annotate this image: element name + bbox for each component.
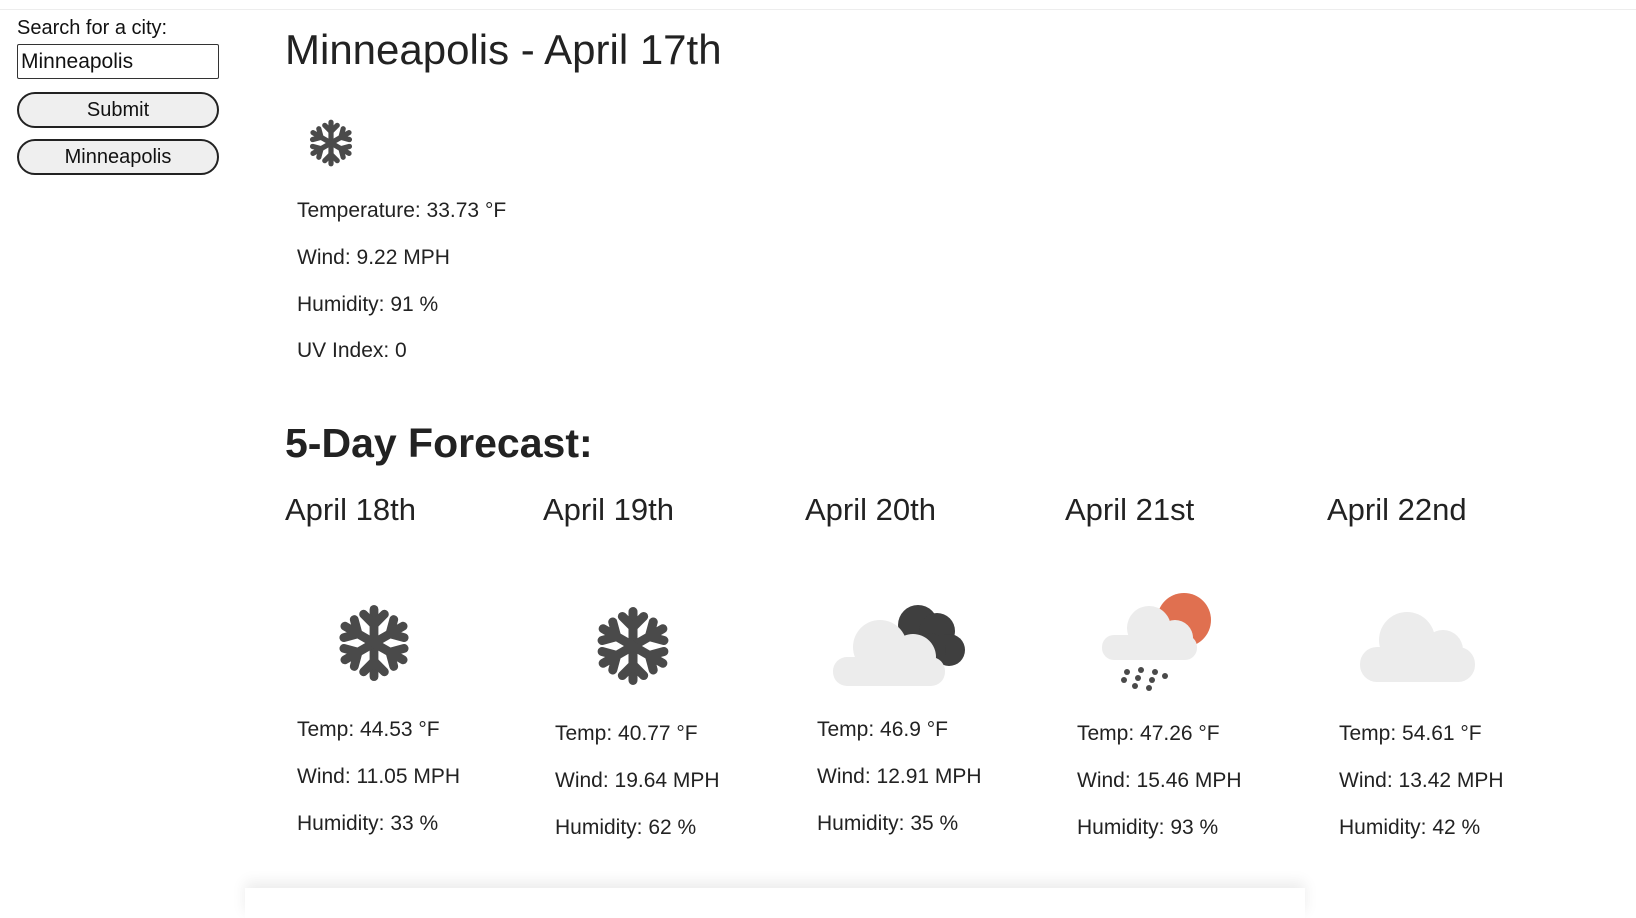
history-button-minneapolis[interactable]: Minneapolis (17, 139, 219, 175)
cloudy-night-icon (833, 605, 965, 686)
forecast-temp: Temp: 54.61 °F (1339, 722, 1482, 745)
forecast-humidity: Humidity: 93 % (1077, 816, 1219, 839)
cloud-icon (1360, 612, 1475, 682)
forecast-card-5: April 22nd Temp: 54.61 °F Wind: 13.42 MP… (1327, 490, 1567, 880)
forecast-humidity: Humidity: 62 % (555, 816, 697, 839)
forecast-card-3: April 20th Temp: 46.9 °F Wind: 12.91 MPH… (805, 490, 1045, 880)
forecast-humidity: Humidity: 42 % (1339, 816, 1481, 839)
current-city-title: Minneapolis - April 17th (285, 26, 722, 73)
forecast-card-1: April 18th Temp: 44.53 °F Wind: 11.05 MP… (285, 490, 525, 880)
forecast-temp: Temp: 40.77 °F (555, 722, 698, 745)
search-label: Search for a city: (17, 17, 168, 39)
forecast-wind: Wind: 15.46 MPH (1077, 769, 1242, 792)
submit-button[interactable]: Submit (17, 92, 219, 128)
forecast-humidity: Humidity: 35 % (817, 812, 959, 835)
forecast-temp: Temp: 47.26 °F (1077, 722, 1220, 745)
forecast-title: 5-Day Forecast: (285, 420, 593, 466)
city-search-input[interactable] (17, 44, 219, 79)
forecast-date: April 18th (285, 492, 416, 527)
forecast-date: April 21st (1065, 492, 1195, 527)
current-uv-index: UV Index: 0 (297, 339, 407, 362)
snowflake-icon (597, 607, 669, 685)
current-humidity: Humidity: 91 % (297, 293, 439, 316)
forecast-card-2: April 19th Temp: 40.77 °F Wind: 19.64 MP… (543, 490, 783, 880)
forecast-wind: Wind: 11.05 MPH (297, 765, 461, 788)
forecast-temp: Temp: 44.53 °F (297, 718, 440, 741)
page-bottom-edge (245, 888, 1305, 918)
current-temperature: Temperature: 33.73 °F (297, 199, 507, 222)
rain-sun-icon (1102, 593, 1211, 691)
snowflake-icon (339, 605, 409, 681)
forecast-date: April 19th (543, 492, 674, 527)
forecast-wind: Wind: 13.42 MPH (1339, 769, 1504, 792)
forecast-humidity: Humidity: 33 % (297, 812, 439, 835)
forecast-date: April 22nd (1327, 492, 1467, 527)
forecast-wind: Wind: 12.91 MPH (817, 765, 982, 788)
forecast-card-4: April 21st Temp: 47.26 °F Wind: 15.46 MP… (1065, 490, 1305, 880)
current-wind: Wind: 9.22 MPH (297, 246, 450, 269)
snowflake-icon (309, 119, 353, 167)
search-sidebar: Search for a city: Submit Minneapolis (17, 16, 219, 175)
top-divider (0, 9, 1636, 10)
forecast-wind: Wind: 19.64 MPH (555, 769, 720, 792)
forecast-date: April 20th (805, 492, 936, 527)
forecast-temp: Temp: 46.9 °F (817, 718, 948, 741)
